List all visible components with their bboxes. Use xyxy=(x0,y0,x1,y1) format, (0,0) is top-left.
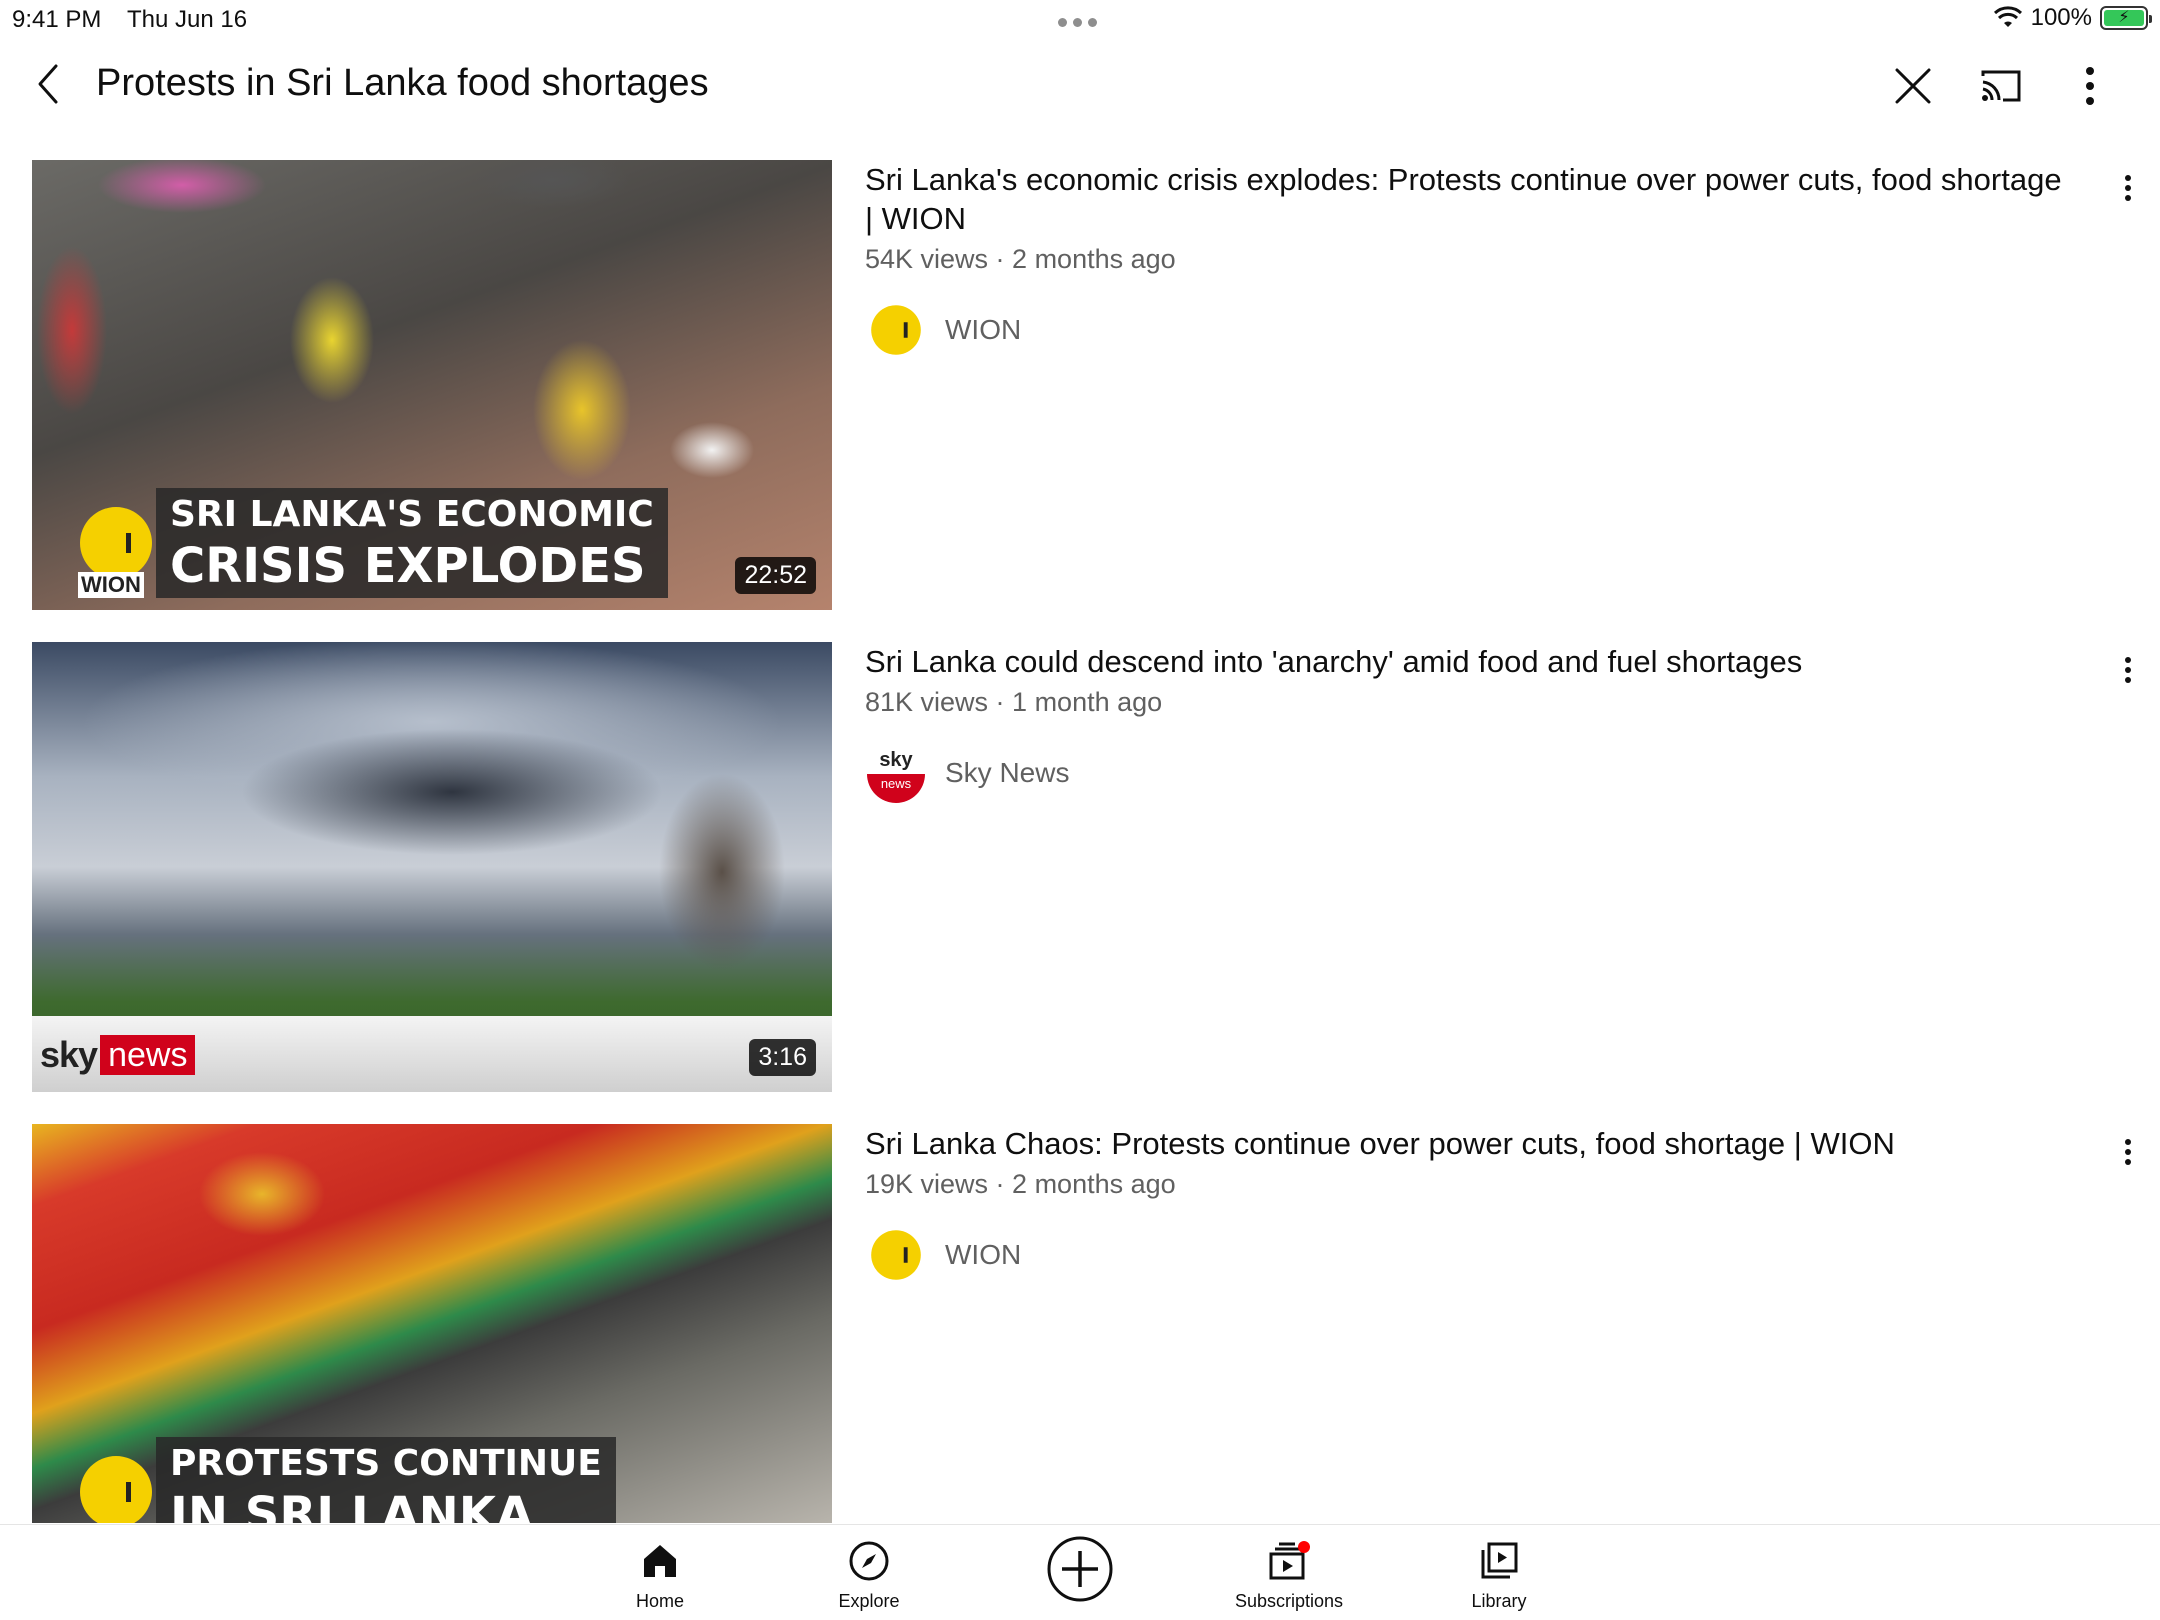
wifi-icon xyxy=(1993,6,2022,27)
wion-logo-icon xyxy=(80,507,152,579)
svg-text:news: news xyxy=(881,776,912,791)
tab-library[interactable]: Library xyxy=(1399,1539,1599,1612)
channel-avatar[interactable] xyxy=(865,1224,927,1286)
tab-label: Home xyxy=(635,1591,684,1611)
battery-charging-icon: ⚡ xyxy=(2100,6,2152,30)
close-icon xyxy=(1895,68,1931,104)
tab-home[interactable]: Home xyxy=(560,1539,760,1612)
tab-label: Library xyxy=(1471,1591,1527,1611)
channel-avatar[interactable] xyxy=(865,299,927,361)
more-vertical-icon xyxy=(2086,67,2094,105)
status-bar: 9:41 PM Thu Jun 16 100% ⚡ xyxy=(0,0,2160,40)
video-result[interactable]: PROTESTS CONTINUE IN SRI LANKA Sri Lanka… xyxy=(0,1124,2160,1523)
video-title[interactable]: Sri Lanka could descend into 'anarchy' a… xyxy=(865,642,2065,681)
home-icon xyxy=(644,1545,676,1577)
clear-search-button[interactable] xyxy=(1885,58,1941,114)
more-options-button[interactable] xyxy=(2062,58,2118,114)
back-icon xyxy=(38,64,58,104)
video-more-button[interactable] xyxy=(2112,164,2144,212)
wion-logo-icon xyxy=(80,1456,152,1523)
status-date: Thu Jun 16 xyxy=(127,6,248,33)
video-meta: 19K views · 2 months ago xyxy=(865,1169,1176,1199)
svg-text:sky: sky xyxy=(879,749,913,771)
sky-news-strip: sky news xyxy=(32,1016,832,1092)
sky-news-logo-icon: sky news xyxy=(865,742,927,804)
video-info: Sri Lanka's economic crisis explodes: Pr… xyxy=(865,160,2065,361)
video-duration: 22:52 xyxy=(735,557,816,594)
video-thumbnail[interactable]: sky news 3:16 xyxy=(32,642,832,1092)
wion-tag: WION xyxy=(78,572,144,598)
more-vertical-icon xyxy=(2125,657,2131,683)
compass-icon xyxy=(849,1541,889,1581)
channel-avatar[interactable]: sky news xyxy=(865,742,927,804)
channel-row[interactable]: WION xyxy=(865,299,2065,361)
thumbnail-headline: SRI LANKA'S ECONOMIC CRISIS EXPLODES xyxy=(156,488,668,598)
more-vertical-icon xyxy=(2125,1139,2131,1165)
video-more-button[interactable] xyxy=(2112,1128,2144,1176)
wion-logo-icon xyxy=(865,299,927,361)
cast-icon xyxy=(1981,70,2021,102)
wion-logo-icon xyxy=(865,1224,927,1286)
tab-explore[interactable]: Explore xyxy=(769,1539,969,1612)
tab-label: Explore xyxy=(838,1591,900,1611)
video-result[interactable]: sky news 3:16 Sri Lanka could descend in… xyxy=(0,642,2160,1094)
channel-name[interactable]: Sky News xyxy=(945,757,1069,789)
thumbnail-overlay: SRI LANKA'S ECONOMIC CRISIS EXPLODES xyxy=(76,488,668,598)
video-more-button[interactable] xyxy=(2112,646,2144,694)
back-button[interactable] xyxy=(24,60,72,108)
channel-name[interactable]: WION xyxy=(945,1239,1021,1271)
video-thumbnail[interactable]: SRI LANKA'S ECONOMIC CRISIS EXPLODES WIO… xyxy=(32,160,832,610)
subscriptions-icon xyxy=(1269,1541,1310,1580)
video-info: Sri Lanka Chaos: Protests continue over … xyxy=(865,1124,2065,1286)
video-duration: 3:16 xyxy=(749,1039,816,1076)
search-query-title[interactable]: Protests in Sri Lanka food shortages xyxy=(96,62,709,105)
battery-percent: 100% xyxy=(2030,4,2092,31)
video-title[interactable]: Sri Lanka's economic crisis explodes: Pr… xyxy=(865,160,2065,238)
video-info: Sri Lanka could descend into 'anarchy' a… xyxy=(865,642,2065,804)
thumbnail-headline: PROTESTS CONTINUE IN SRI LANKA xyxy=(156,1437,616,1523)
video-meta: 81K views · 1 month ago xyxy=(865,687,1163,717)
add-circle-icon xyxy=(1047,1536,1113,1602)
search-header: Protests in Sri Lanka food shortages xyxy=(0,40,2160,132)
tab-subscriptions[interactable]: Subscriptions xyxy=(1189,1539,1389,1612)
multitasking-dots-icon[interactable] xyxy=(1058,18,1097,27)
create-button[interactable] xyxy=(980,1535,1180,1603)
search-results-list: SRI LANKA'S ECONOMIC CRISIS EXPLODES WIO… xyxy=(0,160,2160,1523)
tab-label: Subscriptions xyxy=(1234,1591,1344,1611)
status-time: 9:41 PM xyxy=(12,6,102,33)
bottom-tab-bar: Home Explore Subscriptions Library xyxy=(0,1524,2160,1620)
thumbnail-overlay: PROTESTS CONTINUE IN SRI LANKA xyxy=(76,1437,616,1523)
status-right: 100% ⚡ xyxy=(1993,4,2152,32)
video-result[interactable]: SRI LANKA'S ECONOMIC CRISIS EXPLODES WIO… xyxy=(0,160,2160,612)
channel-name[interactable]: WION xyxy=(945,314,1021,346)
video-meta: 54K views · 2 months ago xyxy=(865,244,1176,274)
cast-button[interactable] xyxy=(1973,58,2029,114)
more-vertical-icon xyxy=(2125,175,2131,201)
library-icon xyxy=(1481,1542,1518,1579)
channel-row[interactable]: WION xyxy=(865,1224,2065,1286)
channel-row[interactable]: sky news Sky News xyxy=(865,742,2065,804)
video-title[interactable]: Sri Lanka Chaos: Protests continue over … xyxy=(865,1124,2065,1163)
sky-news-logo: sky news xyxy=(40,1034,196,1076)
video-thumbnail[interactable]: PROTESTS CONTINUE IN SRI LANKA xyxy=(32,1124,832,1523)
